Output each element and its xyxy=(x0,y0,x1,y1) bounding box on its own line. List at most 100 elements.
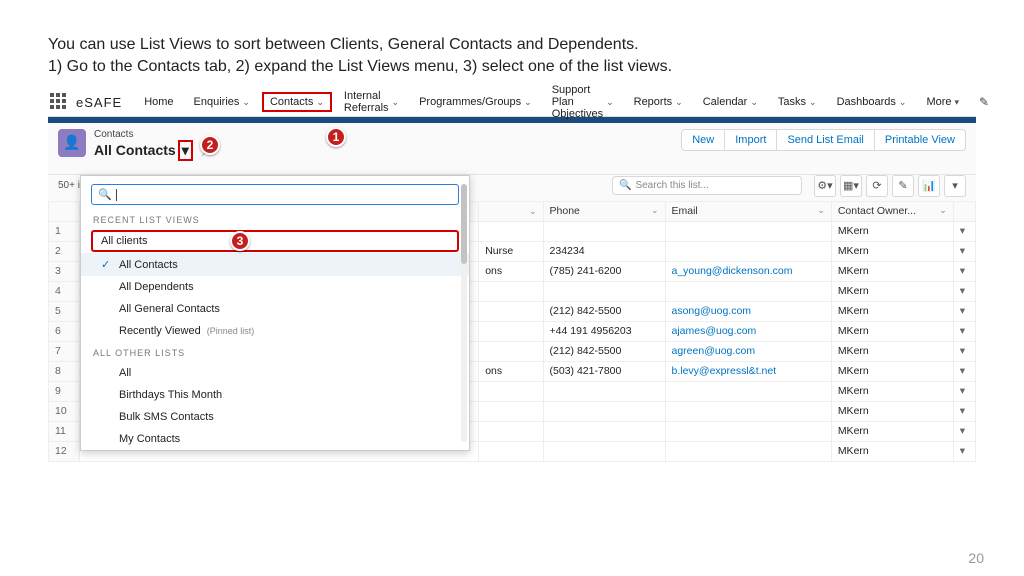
nav-enquiries[interactable]: Enquiries⌄ xyxy=(186,92,258,112)
list-view-option[interactable]: Birthdays This Month xyxy=(81,384,469,406)
list-view-dropdown-icon[interactable]: ▾ xyxy=(178,140,193,161)
row-number: 6 xyxy=(49,321,80,341)
cell-email xyxy=(665,241,831,261)
chevron-down-icon: ⌄ xyxy=(675,97,683,108)
list-view-option[interactable]: All General Contacts xyxy=(81,298,469,320)
object-label: Contacts xyxy=(94,129,216,140)
nav-dashboards[interactable]: Dashboards⌄ xyxy=(829,92,915,112)
list-view-option[interactable]: Bulk SMS Contacts xyxy=(81,406,469,428)
chevron-down-icon: ⌄ xyxy=(316,97,324,108)
display-as-icon[interactable]: ▦▾ xyxy=(840,175,862,197)
all-other-lists-label: ALL OTHER LISTS xyxy=(81,342,469,362)
list-view-option[interactable]: All clients xyxy=(91,230,459,252)
recent-list-views-label: RECENT LIST VIEWS xyxy=(81,209,469,229)
col-email[interactable]: Email⌄ xyxy=(665,201,831,221)
cell-phone: (212) 842-5500 xyxy=(543,341,665,361)
row-menu-icon[interactable]: ▾ xyxy=(953,241,975,261)
refresh-icon[interactable]: ⟳ xyxy=(866,175,888,197)
cell-owner: MKern xyxy=(831,321,953,341)
list-view-option[interactable]: All xyxy=(81,362,469,384)
cell-email xyxy=(665,421,831,441)
nav-tasks[interactable]: Tasks⌄ xyxy=(770,92,825,112)
row-menu-icon[interactable]: ▾ xyxy=(953,261,975,281)
row-menu-icon[interactable]: ▾ xyxy=(953,301,975,321)
app-launcher-icon[interactable] xyxy=(50,93,66,111)
new-button[interactable]: New xyxy=(681,129,725,151)
cell-phone xyxy=(543,221,665,241)
nav-calendar[interactable]: Calendar⌄ xyxy=(695,92,766,112)
row-menu-icon[interactable]: ▾ xyxy=(953,281,975,301)
list-view-option[interactable]: My Contacts xyxy=(81,428,469,450)
cell-owner: MKern xyxy=(831,221,953,241)
send-list-email-button[interactable]: Send List Email xyxy=(777,129,874,151)
cell-owner: MKern xyxy=(831,441,953,461)
row-menu-icon[interactable]: ▾ xyxy=(953,441,975,461)
chevron-down-icon: ⌄ xyxy=(750,97,758,108)
list-view-title[interactable]: All Contacts ▾ 📌 xyxy=(94,140,216,161)
row-menu-icon[interactable]: ▾ xyxy=(953,361,975,381)
col-owner[interactable]: Contact Owner...⌄ xyxy=(831,201,953,221)
nav-reports[interactable]: Reports⌄ xyxy=(626,92,691,112)
caret-down-icon: ▾ xyxy=(955,97,960,108)
row-menu-icon[interactable]: ▾ xyxy=(953,421,975,441)
row-number: 8 xyxy=(49,361,80,381)
chart-icon[interactable]: 📊 xyxy=(918,175,940,197)
chevron-down-icon: ⌄ xyxy=(809,97,817,108)
chevron-down-icon: ⌄ xyxy=(392,97,400,108)
cell-owner: MKern xyxy=(831,341,953,361)
nav-support-plan[interactable]: Support Plan Objectives⌄ xyxy=(544,80,622,124)
list-view-option[interactable]: All Dependents xyxy=(81,276,469,298)
filter-icon[interactable]: ▾ xyxy=(944,175,966,197)
list-view-search-input[interactable]: 🔍 xyxy=(91,184,459,205)
edit-list-icon[interactable]: ✎ xyxy=(892,175,914,197)
list-view-dropdown: 🔍 RECENT LIST VIEWS All clients✓All Cont… xyxy=(80,175,470,451)
nav-internal-referrals[interactable]: Internal Referrals⌄ xyxy=(336,86,407,118)
row-menu-icon[interactable]: ▾ xyxy=(953,381,975,401)
search-list-input[interactable]: 🔍 Search this list... xyxy=(612,176,802,195)
callout-badge-1: 1 xyxy=(326,127,346,147)
row-number: 7 xyxy=(49,341,80,361)
cell-phone xyxy=(543,281,665,301)
cell-phone xyxy=(543,401,665,421)
row-menu-icon[interactable]: ▾ xyxy=(953,341,975,361)
import-button[interactable]: Import xyxy=(725,129,777,151)
cell-phone: (785) 241-6200 xyxy=(543,261,665,281)
col-phone[interactable]: Phone⌄ xyxy=(543,201,665,221)
row-menu-icon[interactable]: ▾ xyxy=(953,321,975,341)
row-number: 9 xyxy=(49,381,80,401)
cell-owner: MKern xyxy=(831,361,953,381)
cell-phone: +44 191 4956203 xyxy=(543,321,665,341)
row-menu-icon[interactable]: ▾ xyxy=(953,221,975,241)
cell-phone: 234234 xyxy=(543,241,665,261)
row-menu-icon[interactable]: ▾ xyxy=(953,401,975,421)
nav-more[interactable]: More▾ xyxy=(918,92,967,112)
cell-phone xyxy=(543,441,665,461)
list-view-option[interactable]: ✓All Contacts xyxy=(81,253,469,276)
printable-view-button[interactable]: Printable View xyxy=(875,129,966,151)
slide-page-number: 20 xyxy=(968,550,984,566)
cell-email: b.levy@expressl&t.net xyxy=(665,361,831,381)
cell-phone xyxy=(543,381,665,401)
cell-owner: MKern xyxy=(831,401,953,421)
cell-email: a_young@dickenson.com xyxy=(665,261,831,281)
cell-email: ajames@uog.com xyxy=(665,321,831,341)
list-view-option[interactable]: Recently Viewed (Pinned list) xyxy=(81,320,469,342)
nav-programmes[interactable]: Programmes/Groups⌄ xyxy=(411,92,540,112)
callout-badge-2: 2 xyxy=(200,135,220,155)
row-number: 12 xyxy=(49,441,80,461)
cell-owner: MKern xyxy=(831,301,953,321)
cell-owner: MKern xyxy=(831,241,953,261)
instruction-text: You can use List Views to sort between C… xyxy=(0,0,1024,89)
chevron-down-icon: ⌄ xyxy=(524,97,532,108)
cell-email: asong@uog.com xyxy=(665,301,831,321)
edit-nav-icon[interactable]: ✎ xyxy=(979,95,989,109)
check-icon: ✓ xyxy=(101,258,113,271)
header-actions: New Import Send List Email Printable Vie… xyxy=(681,129,966,151)
list-settings-icon[interactable]: ⚙▾ xyxy=(814,175,836,197)
cell-phone: (212) 842-5500 xyxy=(543,301,665,321)
row-number: 10 xyxy=(49,401,80,421)
nav-contacts[interactable]: Contacts⌄ xyxy=(262,92,332,112)
cell-email xyxy=(665,221,831,241)
dropdown-scrollbar-thumb[interactable] xyxy=(461,184,467,264)
nav-home[interactable]: Home xyxy=(136,92,181,112)
